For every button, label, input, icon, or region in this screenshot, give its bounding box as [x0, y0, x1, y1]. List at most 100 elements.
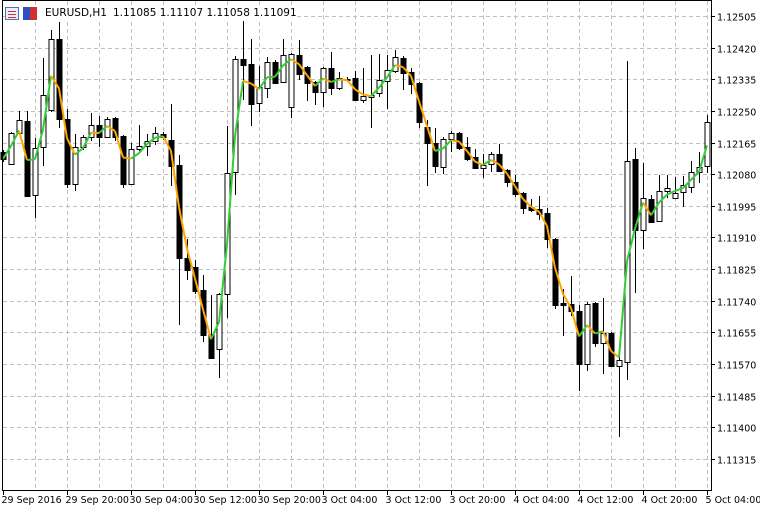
- candle: [152, 127, 159, 145]
- candle: [320, 67, 327, 107]
- symbol-label: EURUSD,H1: [45, 7, 107, 19]
- moving-average-segment: [266, 75, 276, 79]
- candle-body-bear: [328, 68, 335, 89]
- candle: [680, 176, 687, 207]
- price-chart[interactable]: 1.12505 1.12420 1.12335 1.12250 1.12165 1.120…: [0, 0, 760, 510]
- candle: [704, 115, 711, 173]
- candle-body-bear: [240, 59, 247, 66]
- candle-body-bull: [672, 193, 679, 199]
- candle-body-bull: [664, 188, 671, 192]
- candle-body-bull: [288, 54, 295, 108]
- candle: [656, 175, 663, 222]
- candle: [368, 55, 375, 128]
- price-label: 1.11655: [717, 329, 756, 340]
- candle: [352, 71, 359, 101]
- candle: [56, 22, 63, 128]
- candle-body-bull: [448, 133, 455, 140]
- candle: [16, 111, 23, 134]
- candle: [336, 72, 343, 90]
- candle-body-bull: [480, 165, 487, 169]
- candle-body-bull: [48, 39, 55, 111]
- candle-body-bear: [120, 136, 127, 185]
- candle: [384, 55, 391, 109]
- candle-body-bull: [128, 149, 135, 185]
- price-label: 1.12335: [717, 76, 756, 87]
- candle: [672, 177, 679, 199]
- price-label: 1.11400: [717, 424, 756, 435]
- time-label: 29 Sep 20:00: [66, 495, 129, 506]
- candle-body-bull: [440, 139, 447, 168]
- candle-body-bull: [656, 191, 663, 222]
- time-label: 5 Oct 04:00: [706, 495, 760, 506]
- time-label: 3 Oct 20:00: [450, 495, 506, 506]
- candle: [400, 56, 407, 90]
- candle: [392, 50, 399, 73]
- ohlc-readout: 1.11085 1.11107 1.11058 1.11091: [112, 7, 297, 19]
- price-label: 1.11910: [717, 234, 756, 245]
- candle: [120, 135, 127, 188]
- price-label: 1.12420: [717, 45, 756, 56]
- candle: [296, 40, 303, 80]
- candle: [136, 125, 143, 151]
- candle-body-bull: [360, 96, 367, 101]
- price-label: 1.12505: [717, 13, 756, 24]
- candle-body-bear: [592, 303, 599, 344]
- candle: [576, 305, 583, 391]
- candle: [328, 52, 335, 95]
- candle: [592, 302, 599, 347]
- data-window-icon[interactable]: [5, 6, 19, 20]
- time-label: 30 Sep 04:00: [130, 495, 193, 506]
- candle-body-bull: [584, 304, 591, 365]
- time-label: 4 Oct 04:00: [514, 495, 570, 506]
- moving-average-segment: [450, 139, 460, 143]
- candle: [376, 54, 383, 97]
- candle: [584, 302, 591, 371]
- time-label: 30 Sep 20:00: [258, 495, 321, 506]
- candle-body-bear: [576, 311, 583, 365]
- time-label: 30 Sep 12:00: [194, 495, 257, 506]
- candle: [624, 61, 631, 380]
- candle: [208, 295, 215, 359]
- candle: [616, 352, 623, 437]
- candle-body-bull: [256, 87, 263, 104]
- candle: [128, 143, 135, 185]
- moving-average-segment: [122, 156, 132, 160]
- chart-header: EURUSD,H1 1.11085 1.11107 1.11058 1.1109…: [5, 5, 297, 21]
- candle-body-bull: [264, 62, 271, 89]
- candle-body-bear: [560, 303, 567, 306]
- candle: [648, 195, 655, 223]
- moving-average-segment: [26, 158, 36, 161]
- candle: [280, 39, 287, 83]
- moving-average-segment: [362, 93, 372, 98]
- candle: [304, 66, 311, 101]
- time-label: 3 Oct 04:00: [322, 495, 378, 506]
- plot-border: [2, 0, 712, 491]
- candle: [72, 134, 79, 191]
- candle-body-bull: [704, 122, 711, 167]
- price-axis[interactable]: 1.12505 1.12420 1.12335 1.12250 1.12165 1.120…: [711, 13, 756, 467]
- candle: [360, 68, 367, 103]
- time-axis[interactable]: 29 Sep 2016 29 Sep 20:00 30 Sep 04:00 30 Se…: [2, 490, 760, 506]
- price-label: 1.11825: [717, 266, 756, 277]
- time-label: 4 Oct 12:00: [578, 495, 634, 506]
- price-label: 1.11995: [717, 203, 756, 214]
- price-label: 1.12080: [717, 171, 756, 182]
- price-label: 1.12250: [717, 108, 756, 119]
- price-label: 1.11315: [717, 456, 756, 467]
- price-label: 1.11740: [717, 298, 756, 309]
- time-label: 4 Oct 20:00: [642, 495, 698, 506]
- time-label: 29 Sep 2016: [2, 495, 62, 506]
- candle-body-bull: [616, 360, 623, 367]
- candle-body-bull: [136, 146, 143, 150]
- price-label: 1.11570: [717, 361, 756, 372]
- candle: [440, 137, 447, 174]
- candle: [48, 30, 55, 112]
- candle: [176, 155, 183, 325]
- candle: [288, 53, 295, 118]
- candle: [64, 109, 71, 188]
- time-label: 3 Oct 12:00: [386, 495, 442, 506]
- grid: [3, 1, 711, 490]
- save-template-icon[interactable]: [23, 6, 37, 20]
- price-label: 1.11485: [717, 393, 756, 404]
- price-label: 1.12165: [717, 140, 756, 151]
